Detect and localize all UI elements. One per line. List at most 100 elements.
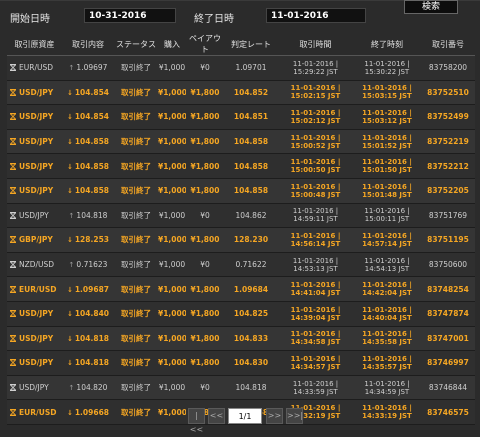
trade-content-cell: ↑ 104.820 [62,375,114,401]
trade-time: 15:02:12 JST [290,116,341,125]
end-time-cell: 11-01-2016 | 15:01:48 JST [353,178,421,204]
end-date: 11-01-2016 | [362,404,412,413]
search-button[interactable]: 検索 [404,0,458,14]
hourglass-icon [10,64,16,72]
asset-cell: EUR/USD [7,399,62,425]
trade-time: 14:56:14 JST [290,239,341,248]
end-time-cell: 11-01-2016 | 14:35:57 JST [353,350,421,376]
payout-cell: ¥0 [186,203,224,229]
asset-cell: NZD/USD [7,252,62,278]
purchase-cell: ¥1,000 [158,178,186,204]
trade-time: 15:00:50 JST [290,166,341,175]
trade-id-cell: 83746844 [421,375,475,401]
arrow-down-icon: ↓ [66,310,73,319]
trade-time-cell: 11-01-2016 | 15:02:15 JST [278,80,353,106]
hourglass-icon [10,138,16,146]
end-time-cell: 11-01-2016 | 14:40:04 JST [353,301,421,327]
asset-pair: USD/JPY [19,309,54,319]
status-cell: 取引終了 [114,80,158,106]
hourglass-icon [10,187,16,195]
trade-rate: 104.818 [76,210,108,220]
trade-date: 11-01-2016 | [290,182,341,191]
payout-cell: ¥1,800 [186,350,224,376]
end-date-input[interactable]: 11-01-2016 [266,8,366,23]
trade-rate: 104.840 [74,309,110,319]
judge-rate-cell: 0.71622 [224,252,278,278]
end-time-cell: 11-01-2016 | 15:03:15 JST [353,80,421,106]
status-cell: 取引終了 [114,350,158,376]
asset-pair: EUR/USD [19,407,57,417]
end-time: 15:01:48 JST [362,190,412,199]
payout-cell: ¥1,800 [186,80,224,106]
table-row: USD/JPY ↑ 104.818 取引終了 ¥1,000 ¥0 104.862 11-01-… [7,203,475,229]
asset-cell: USD/JPY [7,80,62,106]
column-header: ステータス [114,33,158,56]
judge-rate-cell: 104.858 [224,129,278,155]
end-date: 11-01-2016 | [364,256,410,265]
trade-rate: 104.854 [74,112,110,122]
end-time: 14:57:14 JST [362,239,412,248]
asset-pair: USD/JPY [19,383,49,393]
asset-cell: USD/JPY [7,203,62,229]
status-cell: 取引終了 [114,375,158,401]
trade-id-cell: 83747001 [421,326,475,352]
table-row: USD/JPY ↓ 104.854 取引終了 ¥1,000 ¥1,800 104.851 11… [7,104,475,130]
asset-pair: GBP/JPY [19,235,53,245]
page-input[interactable]: 1/1 [228,408,262,424]
judge-rate-cell: 1.09684 [224,276,278,302]
asset-pair: USD/JPY [19,333,54,343]
asset-cell: USD/JPY [7,375,62,401]
trade-date: 11-01-2016 | [290,354,341,363]
trade-time-cell: 11-01-2016 | 14:34:57 JST [278,350,353,376]
status-cell: 取引終了 [114,104,158,130]
trade-date: 11-01-2016 | [290,158,341,167]
trade-time: 14:34:58 JST [290,338,341,347]
trade-id-cell: 83752212 [421,153,475,179]
trade-date: 11-01-2016 | [290,330,341,339]
asset-pair: USD/JPY [19,161,54,171]
trade-date: 11-01-2016 | [290,281,341,290]
trade-rate: 104.820 [76,383,108,393]
trade-time: 15:29:22 JST [293,67,338,76]
trade-id-cell: 83758200 [421,55,475,81]
table-row: USD/JPY ↓ 104.858 取引終了 ¥1,000 ¥1,800 104.858 11… [7,129,475,155]
trade-rate: 104.818 [74,333,110,343]
column-header: 購入 [158,33,186,56]
trade-rate: 104.818 [74,358,110,368]
asset-cell: USD/JPY [7,326,62,352]
table-row: USD/JPY ↓ 104.858 取引終了 ¥1,000 ¥1,800 104.858 11… [7,153,475,179]
table-row: USD/JPY ↓ 104.840 取引終了 ¥1,000 ¥1,800 104.825 11… [7,301,475,327]
purchase-cell: ¥1,000 [158,301,186,327]
end-time-cell: 11-01-2016 | 14:35:58 JST [353,326,421,352]
arrow-down-icon: ↓ [66,285,73,294]
judge-rate-cell: 104.825 [224,301,278,327]
end-time: 15:01:50 JST [362,166,412,175]
start-date-input[interactable]: 10-31-2016 [84,8,176,23]
status-cell: 取引終了 [114,301,158,327]
first-page-button[interactable]: |<< [188,408,205,434]
end-date: 11-01-2016 | [362,354,412,363]
arrow-down-icon: ↓ [66,359,73,368]
payout-cell: ¥1,800 [186,129,224,155]
trade-time-cell: 11-01-2016 | 15:29:22 JST [278,55,353,81]
end-date: 11-01-2016 | [362,281,412,290]
end-time-cell: 11-01-2016 | 14:42:04 JST [353,276,421,302]
payout-cell: ¥0 [186,252,224,278]
arrow-up-icon: ↑ [68,211,75,220]
next-page-button[interactable]: >> [266,408,283,424]
trade-rate: 104.854 [74,87,110,97]
trade-content-cell: ↓ 128.253 [62,227,114,253]
trade-date: 11-01-2016 | [292,379,339,388]
trade-content-cell: ↑ 0.71623 [62,252,114,278]
hourglass-icon [10,236,16,244]
end-date: 11-01-2016 | [364,207,410,216]
table-row: NZD/USD ↑ 0.71623 取引終了 ¥1,000 ¥0 0.71622 11-01-… [7,252,475,278]
trade-date: 11-01-2016 | [290,133,341,142]
hourglass-icon [10,334,16,342]
trade-time: 15:00:48 JST [290,190,341,199]
last-page-button[interactable]: >>| [286,408,303,424]
hourglass-icon [10,285,16,293]
table-row: EUR/USD ↑ 1.09697 取引終了 ¥1,000 ¥0 1.09701 11-01-… [7,55,475,81]
prev-page-button[interactable]: << [208,408,225,424]
end-time: 14:40:04 JST [362,313,412,322]
